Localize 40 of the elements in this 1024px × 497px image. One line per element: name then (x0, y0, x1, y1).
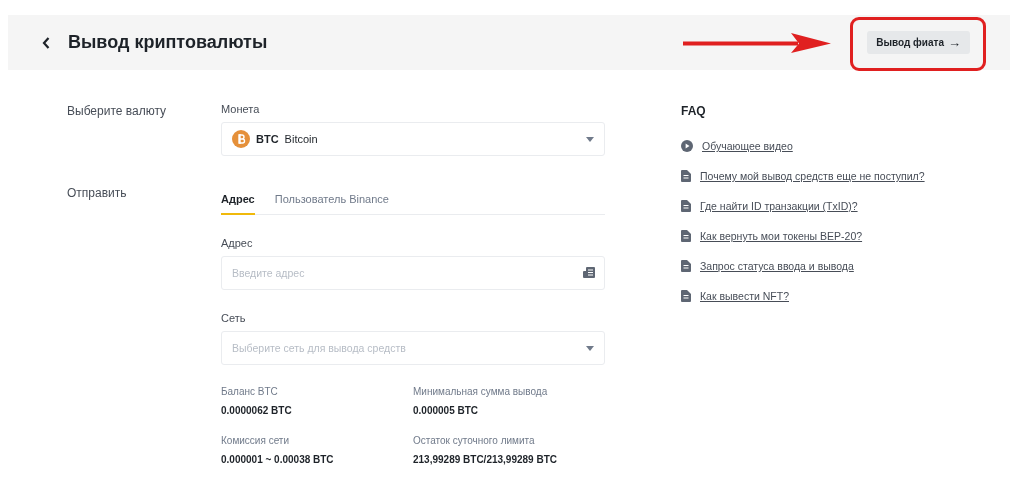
coin-select[interactable]: BTC Bitcoin (221, 122, 605, 156)
tab[interactable]: Адрес (221, 184, 255, 215)
document-icon (681, 290, 691, 302)
info-value: 0.0000062 BTC (221, 404, 293, 417)
info-label: Комиссия сети (221, 434, 291, 447)
faq-link[interactable]: Как вернуть мои токены BEP-20? (700, 230, 863, 242)
section-label: Отправить (67, 185, 128, 202)
faq-heading: FAQ (681, 103, 707, 118)
document-icon (681, 230, 691, 242)
field-label: Адрес (221, 236, 254, 250)
field-label: Монета (221, 102, 261, 116)
faq-link[interactable]: Запрос статуса ввода и вывода (700, 260, 854, 272)
back-chevron-icon (42, 36, 50, 49)
faq-link[interactable]: Почему мой вывод средств еще не поступил? (700, 170, 925, 182)
info-value: 213,99289 BTC/213,99289 BTC (413, 453, 558, 466)
info-value: 0.000005 BTC (413, 404, 480, 417)
dropdown-caret-icon (586, 345, 594, 351)
page-title: Вывод криптовалюты (68, 32, 268, 53)
document-icon (681, 260, 691, 272)
fiat-withdraw-button[interactable]: Вывод фиата → (867, 31, 970, 54)
faq-link[interactable]: Как вывести NFT? (700, 290, 789, 302)
section-label: Выберите валюту (67, 103, 168, 120)
address-field[interactable]: Введите адрес (221, 256, 605, 290)
document-icon (681, 170, 691, 182)
info-label: Минимальная сумма вывода (413, 385, 549, 398)
coin-icon (232, 130, 250, 148)
faq-link[interactable]: Где найти ID транзакции (TxID)? (700, 200, 858, 212)
address-book-icon[interactable] (583, 267, 595, 278)
coin-code: BTC (256, 133, 279, 145)
back-button[interactable] (42, 36, 50, 49)
dropdown-caret-icon (586, 136, 594, 142)
info-value: 0.000001 ~ 0.00038 BTC (221, 453, 335, 466)
info-label: Баланс BTC (221, 385, 279, 398)
tab[interactable]: Пользователь Binance (274, 184, 389, 215)
field-label: Сеть (221, 311, 247, 325)
document-icon (681, 200, 691, 212)
info-label: Остаток суточного лимита (413, 434, 536, 447)
coin-name: Bitcoin (284, 133, 318, 145)
play-icon (681, 140, 693, 152)
faq-link[interactable]: Обучающее видео (702, 140, 793, 152)
